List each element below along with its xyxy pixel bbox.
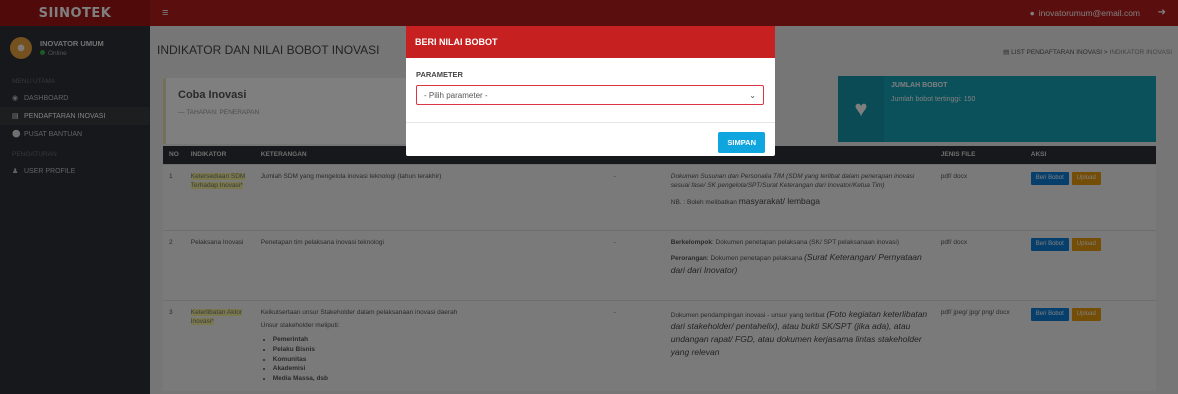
beri-nilai-bobot-modal: BERI NILAI BOBOT PARAMETER - Pilih param…: [406, 26, 775, 156]
simpan-button[interactable]: SIMPAN: [718, 132, 765, 153]
parameter-label: PARAMETER: [416, 70, 463, 79]
parameter-select[interactable]: - Pilih parameter - ⌄: [416, 85, 764, 105]
chevron-down-icon: ⌄: [749, 90, 756, 100]
parameter-select-value: - Pilih parameter -: [424, 90, 488, 100]
modal-title: BERI NILAI BOBOT: [406, 26, 775, 58]
